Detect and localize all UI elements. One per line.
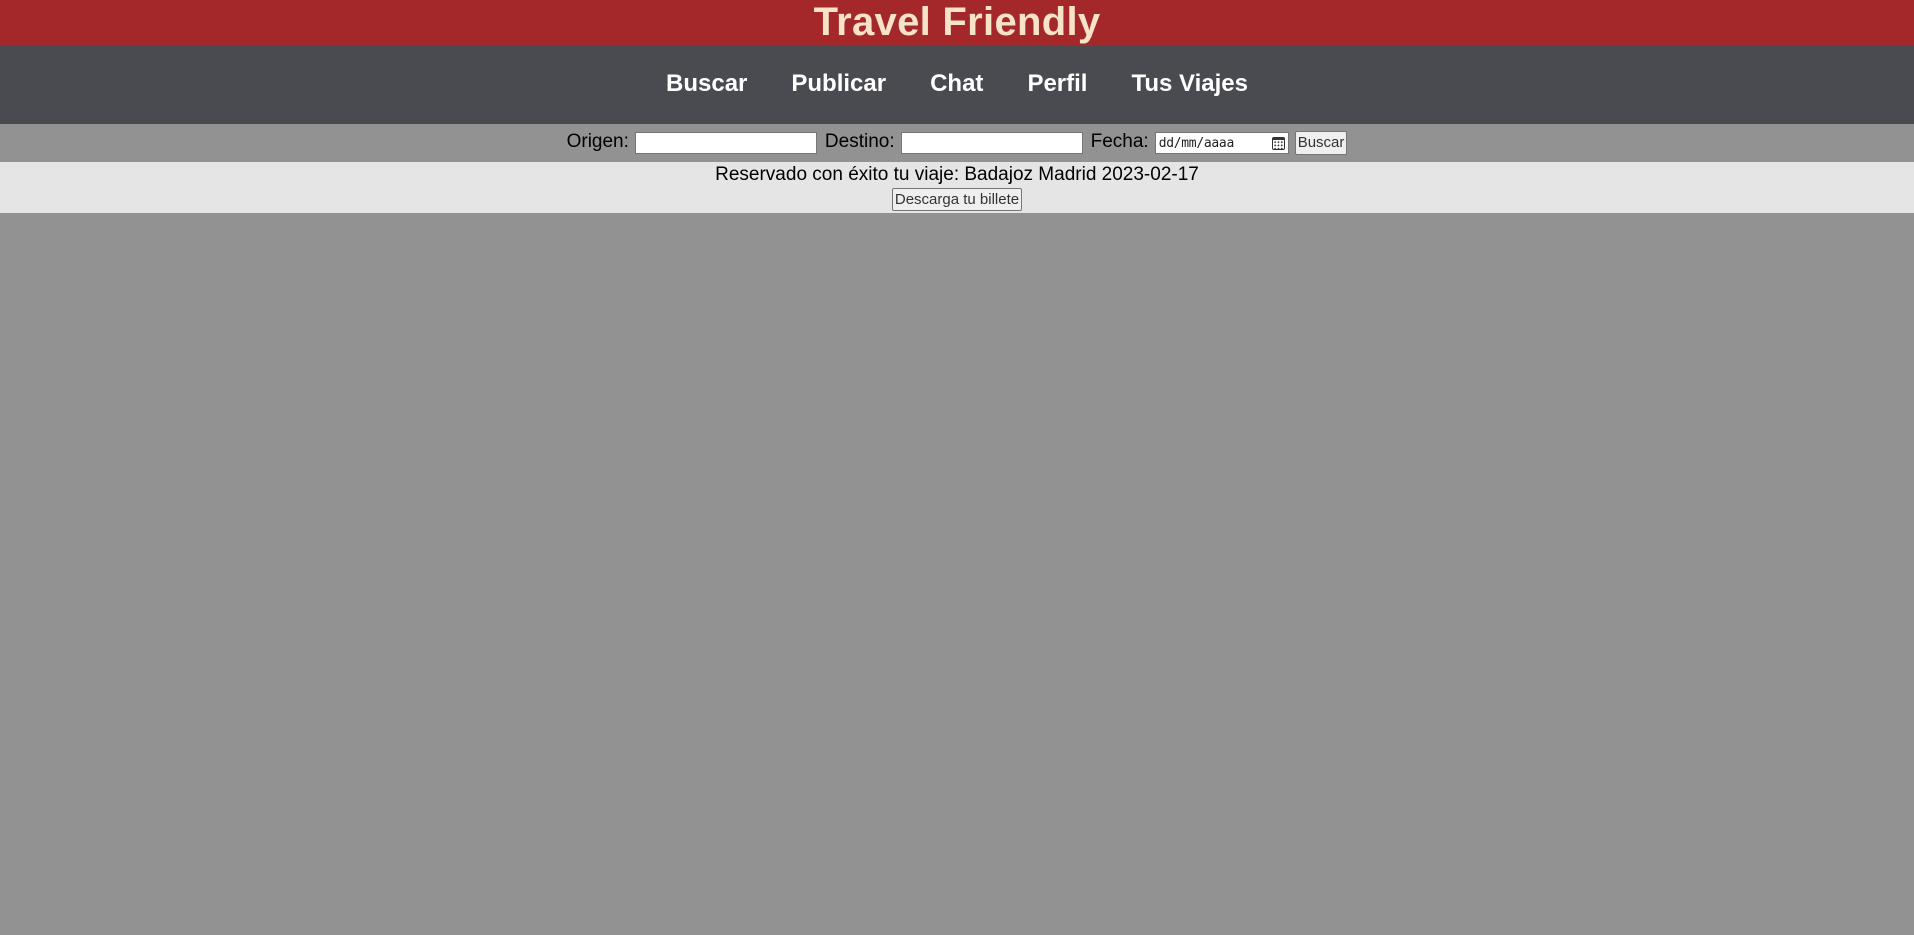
search-button[interactable]: Buscar bbox=[1294, 131, 1348, 155]
booking-confirmation-message: Reservado con éxito tu viaje: Badajoz Ma… bbox=[715, 164, 1199, 185]
origin-label: Origen: bbox=[566, 131, 629, 152]
origin-input[interactable] bbox=[634, 132, 817, 154]
nav-item-publicar[interactable]: Publicar bbox=[791, 70, 886, 98]
date-placeholder: dd/mm/aaaa bbox=[1158, 135, 1235, 151]
site-header: Travel Friendly bbox=[0, 0, 1914, 46]
nav-item-chat[interactable]: Chat bbox=[930, 70, 983, 98]
destination-input[interactable] bbox=[900, 132, 1083, 154]
destination-label: Destino: bbox=[824, 131, 895, 152]
nav-item-buscar[interactable]: Buscar bbox=[666, 70, 747, 98]
nav-item-tus-viajes[interactable]: Tus Viajes bbox=[1131, 70, 1248, 98]
booking-confirmation: Reservado con éxito tu viaje: Badajoz Ma… bbox=[0, 162, 1914, 213]
date-input[interactable]: dd/mm/aaaa bbox=[1154, 132, 1289, 154]
date-label: Fecha: bbox=[1090, 131, 1149, 152]
nav-item-perfil[interactable]: Perfil bbox=[1027, 70, 1087, 98]
download-ticket-button[interactable]: Descarga tu billete bbox=[891, 188, 1023, 211]
site-title: Travel Friendly bbox=[813, 0, 1101, 44]
calendar-icon[interactable] bbox=[1271, 136, 1285, 150]
main-nav: Buscar Publicar Chat Perfil Tus Viajes bbox=[0, 46, 1914, 124]
search-form: Origen: Destino: Fecha: dd/mm/aaaa Busca… bbox=[0, 124, 1914, 162]
